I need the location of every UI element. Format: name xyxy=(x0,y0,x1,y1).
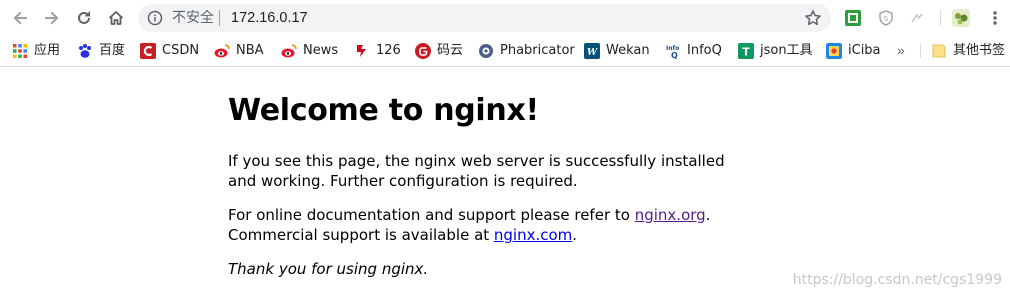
svg-text:T: T xyxy=(742,46,750,59)
weibo-icon xyxy=(281,44,297,58)
browser-window: 不安全 172.16.0.17 S 应用 百度 CSDN NBA News 12… xyxy=(0,0,1010,296)
bookmark-apps[interactable]: 应用 xyxy=(12,42,60,60)
bookmark-label: NBA xyxy=(236,43,264,58)
netease-icon xyxy=(357,45,366,57)
csdn-icon xyxy=(140,43,156,59)
support-text: Commercial support is available at xyxy=(228,226,494,244)
svg-text:S: S xyxy=(884,15,889,23)
bookmark-label: InfoQ xyxy=(687,43,722,58)
bookmark-nba[interactable]: NBA xyxy=(214,42,264,60)
profile-button[interactable] xyxy=(951,8,971,28)
address-bar[interactable]: 不安全 172.16.0.17 xyxy=(138,4,831,32)
bookmark-star-icon[interactable] xyxy=(804,9,822,27)
more-vertical-icon xyxy=(993,11,997,25)
bookmark-label: json工具 xyxy=(760,43,813,58)
extension-tool-button[interactable] xyxy=(907,8,927,28)
baidu-icon xyxy=(79,44,91,58)
green-square-extension-icon xyxy=(845,10,861,26)
reload-icon xyxy=(78,11,90,24)
extension-green-square-button[interactable] xyxy=(843,8,863,28)
security-status-label[interactable]: 不安全 xyxy=(172,9,214,27)
back-arrow-icon xyxy=(13,11,27,25)
page-content: Welcome to nginx! If you see this page, … xyxy=(0,67,1010,296)
bookmark-infoq[interactable]: Info Q InfoQ xyxy=(665,42,722,60)
iciba-icon xyxy=(826,43,842,59)
forward-button[interactable] xyxy=(40,6,64,30)
bookmark-label: Wekan xyxy=(606,43,650,58)
svg-text:Q: Q xyxy=(671,51,678,59)
info-icon[interactable] xyxy=(147,10,163,26)
wekan-icon: W xyxy=(584,43,600,59)
gitee-icon xyxy=(415,43,431,59)
bookmark-126[interactable]: 126 xyxy=(354,42,401,60)
browser-toolbar: 不安全 172.16.0.17 S xyxy=(0,0,1010,36)
toolbar-separator xyxy=(940,10,941,26)
address-separator xyxy=(219,10,220,26)
bookmark-phabricator[interactable]: Phabricator xyxy=(478,42,575,60)
phabricator-icon xyxy=(479,44,493,58)
bookmark-wekan[interactable]: W Wekan xyxy=(584,42,650,60)
bookmark-iciba[interactable]: iCiba xyxy=(826,42,881,60)
install-message: If you see this page, the nginx web serv… xyxy=(228,152,725,190)
browser-menu-button[interactable] xyxy=(985,8,1005,28)
thank-you-message: Thank you for using nginx. xyxy=(228,260,429,278)
bookmark-label: 码云 xyxy=(437,43,464,58)
bookmark-label: 126 xyxy=(376,43,401,58)
bookmark-label: 其他书签 xyxy=(953,43,1006,58)
nginx-com-link[interactable]: nginx.com xyxy=(494,226,572,244)
bookmark-other-folder[interactable]: 其他书签 xyxy=(931,42,1005,60)
forward-arrow-icon xyxy=(45,11,59,25)
infoq-icon: Info Q xyxy=(666,45,679,59)
bookmark-gitee[interactable]: 码云 xyxy=(415,42,463,60)
json-tool-icon: T xyxy=(738,43,754,59)
shield-extension-icon: S xyxy=(879,10,893,26)
folder-icon xyxy=(932,44,946,58)
watermark: https://blog.csdn.net/cgs1999 xyxy=(792,272,1002,288)
home-icon xyxy=(108,11,124,25)
url-text[interactable]: 172.16.0.17 xyxy=(231,9,308,27)
page-title: Welcome to nginx! xyxy=(228,93,539,128)
nginx-org-link[interactable]: nginx.org xyxy=(635,206,706,224)
apps-grid-icon xyxy=(13,44,27,58)
svg-text:W: W xyxy=(587,48,598,58)
bookmark-json-tool[interactable]: T json工具 xyxy=(738,42,813,60)
back-button[interactable] xyxy=(8,6,32,30)
bookmark-label: 应用 xyxy=(34,43,61,58)
documentation-text: For online documentation and support ple… xyxy=(228,206,635,224)
home-button[interactable] xyxy=(104,6,128,30)
profile-avatar-icon xyxy=(952,9,970,27)
bookmark-label: iCiba xyxy=(848,43,881,58)
bookmark-label: CSDN xyxy=(162,43,200,58)
bookmark-label: 百度 xyxy=(99,43,126,58)
support-text-end: . xyxy=(572,226,578,244)
more-bookmarks-chevron[interactable]: » xyxy=(897,42,905,58)
weibo-icon xyxy=(214,44,230,58)
bookmarks-divider xyxy=(920,44,921,58)
documentation-paragraph: For online documentation and support ple… xyxy=(228,205,748,245)
bookmarks-bar: 应用 百度 CSDN NBA News 126 码云 Phabricator W… xyxy=(0,36,1010,67)
bookmark-label: Phabricator xyxy=(500,43,575,58)
documentation-text-end: . xyxy=(705,206,711,224)
reload-button[interactable] xyxy=(72,6,96,30)
bookmark-label: News xyxy=(303,43,339,58)
tool-extension-icon xyxy=(911,13,923,23)
bookmark-baidu[interactable]: 百度 xyxy=(77,42,125,60)
extension-shield-button[interactable]: S xyxy=(876,8,896,28)
bookmark-news[interactable]: News xyxy=(281,42,338,60)
bookmark-csdn[interactable]: CSDN xyxy=(140,42,199,60)
